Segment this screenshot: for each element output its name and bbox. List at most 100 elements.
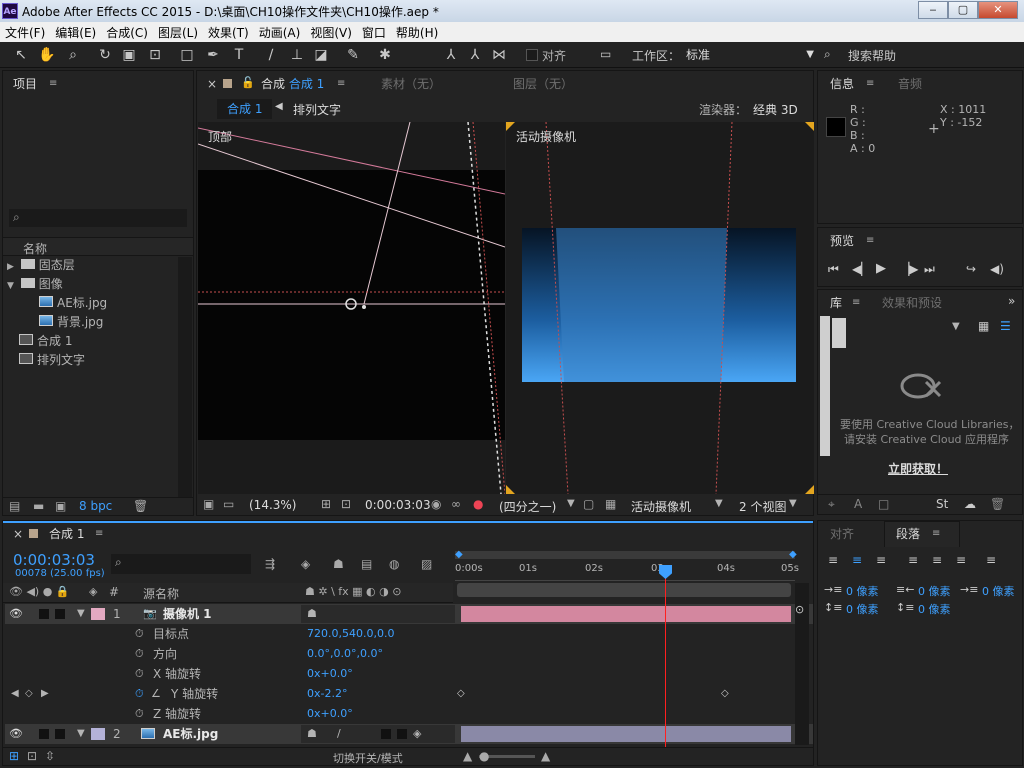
property-value[interactable]: 720.0,540.0,0.0	[307, 624, 394, 644]
project-item-comp-text[interactable]: 排列文字	[19, 351, 179, 370]
switch-mode-button[interactable]: 切换开关/模式	[333, 750, 403, 766]
tab-audio[interactable]: 音频	[898, 71, 922, 97]
tab-info[interactable]: 信息	[830, 71, 854, 97]
transparency-grid-icon[interactable]: ▦	[605, 497, 616, 511]
panel-overflow-icon[interactable]: »	[1008, 294, 1015, 308]
project-item-ae-logo[interactable]: AE标.jpg	[39, 294, 179, 313]
workspace-select[interactable]: 标准 ▼	[682, 45, 816, 65]
indent-first-value[interactable]: 0 像素	[982, 583, 1015, 599]
selection-tool-icon[interactable]: ↖	[12, 46, 30, 64]
chevron-down-icon[interactable]: ▼	[952, 321, 960, 332]
justify-center-icon[interactable]: ≡	[932, 553, 942, 567]
layer-row-camera[interactable]: 👁 ▼ 1 📷 摄像机 1 ☗	[5, 604, 813, 624]
snapshot-icon[interactable]: ◉	[431, 497, 441, 511]
library-scrollbar[interactable]	[820, 316, 830, 456]
rotate-tool-icon[interactable]: ↻	[96, 46, 114, 64]
quality-switch-icon[interactable]: /	[337, 724, 341, 744]
visibility-eye-icon[interactable]: 👁	[9, 604, 23, 624]
next-keyframe-icon[interactable]: ▶	[41, 684, 49, 704]
panel-menu-icon[interactable]: ≡	[337, 78, 345, 89]
minimize-button[interactable]: ‒	[918, 1, 948, 19]
type-tool-icon[interactable]: T	[230, 46, 248, 64]
renderer-value[interactable]: 经典 3D	[753, 101, 798, 118]
stopwatch-icon[interactable]: ⏱	[135, 644, 144, 664]
layer-row-ae-logo[interactable]: 👁 ▼ 2 AE标.jpg ☗ / ◈	[5, 724, 813, 744]
column-source-name[interactable]: 源名称	[143, 585, 179, 602]
motion-blur-icon[interactable]: ◍	[389, 557, 399, 571]
project-item-comp-1[interactable]: 合成 1	[19, 332, 179, 351]
audio-icon[interactable]: ◀)	[990, 262, 1004, 276]
stopwatch-icon[interactable]: ⏱	[135, 704, 144, 724]
space-after-value[interactable]: 0 像素	[918, 601, 951, 617]
panel-menu-icon[interactable]: ≡	[95, 528, 103, 539]
search-help-input[interactable]: 搜索帮助	[848, 47, 896, 64]
solo-switch[interactable]	[39, 609, 49, 619]
property-row-target-point[interactable]: ⏱ 目标点 720.0,540.0,0.0	[5, 624, 813, 644]
views-layout-select[interactable]: 2 个视图	[739, 498, 786, 515]
tab-library[interactable]: 库	[830, 290, 842, 316]
expand-arrow-icon[interactable]: ▶	[7, 262, 14, 272]
tab-composition[interactable]: 合成 合成 1	[261, 71, 324, 97]
comp-flowchart-icon[interactable]: ⇶	[265, 557, 275, 571]
transfer-controls-icon[interactable]: ⊡	[27, 749, 37, 763]
add-keyframe-icon[interactable]: ◇	[25, 684, 33, 704]
comp-button-icon[interactable]: ⊙	[795, 603, 804, 616]
work-area-start-icon[interactable]: ◆	[455, 549, 463, 560]
resolution-select[interactable]: (四分之一)	[499, 498, 556, 515]
layer-label-color[interactable]	[91, 608, 105, 620]
graph-icon[interactable]: ∠	[151, 684, 161, 704]
pen-tool-icon[interactable]: ✒	[204, 46, 222, 64]
panel-menu-icon[interactable]: ≡	[932, 528, 940, 539]
interpret-footage-icon[interactable]: ▤	[9, 499, 20, 513]
panel-menu-icon[interactable]: ≡	[866, 78, 874, 89]
roto-brush-tool-icon[interactable]: ✎	[344, 46, 362, 64]
tab-effects-presets[interactable]: 效果和预设	[882, 290, 942, 316]
previous-frame-icon[interactable]: ◀▏	[852, 262, 870, 276]
next-frame-icon[interactable]: ▕▶	[900, 262, 918, 276]
tab-align[interactable]: 对齐	[830, 521, 854, 547]
menu-window[interactable]: 窗口	[357, 22, 391, 42]
frame-blending-icon[interactable]: ▤	[361, 557, 372, 571]
shy-icon[interactable]: ☗	[333, 557, 344, 571]
tab-timeline-comp[interactable]: 合成 1	[49, 521, 84, 547]
panel-menu-icon[interactable]: ≡	[852, 297, 860, 308]
project-scrollbar[interactable]	[178, 257, 192, 497]
adjustment-switch[interactable]	[381, 729, 391, 739]
property-value[interactable]: 0.0°,0.0°,0.0°	[307, 644, 383, 664]
text-style-icon[interactable]: A	[854, 497, 862, 511]
menu-animation[interactable]: 动画(A)	[254, 22, 306, 42]
property-row-orientation[interactable]: ⏱ 方向 0.0°,0.0°,0.0°	[5, 644, 813, 664]
indent-right-value[interactable]: 0 像素	[918, 583, 951, 599]
zoom-out-icon[interactable]: ▲	[463, 749, 472, 763]
clone-stamp-tool-icon[interactable]: ⊥	[288, 46, 306, 64]
solo-switch[interactable]	[39, 729, 49, 739]
new-folder-icon[interactable]: ▬	[33, 499, 44, 513]
project-item-folder-images[interactable]: ▼ 图像	[7, 275, 177, 294]
keyframe-icon[interactable]: ◇	[721, 684, 729, 704]
playhead-line[interactable]	[665, 565, 666, 747]
label-column-icon[interactable]: ◈	[89, 585, 97, 598]
draft-3d-icon[interactable]: ◈	[301, 557, 310, 571]
active-camera-view[interactable]: 活动摄像机	[506, 122, 814, 494]
safe-zones-icon[interactable]: ⊡	[341, 497, 351, 511]
tab-layer[interactable]: 图层（无）	[513, 71, 573, 97]
property-row-x-rotation[interactable]: ⏱ X 轴旋转 0x+0.0°	[5, 664, 813, 684]
zoom-slider-handle-icon[interactable]: ●	[479, 749, 489, 763]
camera-tool-icon[interactable]: ▣	[120, 46, 138, 64]
project-tab[interactable]: 项目	[13, 71, 37, 97]
camera-view-select[interactable]: 活动摄像机	[631, 498, 691, 515]
timeline-search-input[interactable]: ⌕	[111, 554, 251, 574]
snap-checkbox[interactable]	[526, 49, 538, 61]
visibility-eye-icon[interactable]: 👁	[9, 724, 23, 744]
view-axis-icon[interactable]: ⋈	[490, 46, 508, 64]
column-num[interactable]: #	[109, 585, 119, 599]
show-snapshot-icon[interactable]: ∞	[451, 497, 461, 511]
previous-keyframe-icon[interactable]: ◀	[11, 684, 19, 704]
switches-column-icons[interactable]: ☗ ✲ \ fx ▦ ◐ ◑ ⊙	[305, 585, 401, 598]
work-area-end-icon[interactable]: ◆	[789, 549, 797, 560]
new-comp-icon[interactable]: ▣	[55, 499, 66, 513]
list-view-icon[interactable]: ☰	[1000, 319, 1011, 333]
time-navigator[interactable]	[457, 583, 791, 597]
stretch-icon[interactable]: ⇳	[45, 749, 55, 763]
panel-menu-icon[interactable]: ≡	[866, 235, 874, 246]
